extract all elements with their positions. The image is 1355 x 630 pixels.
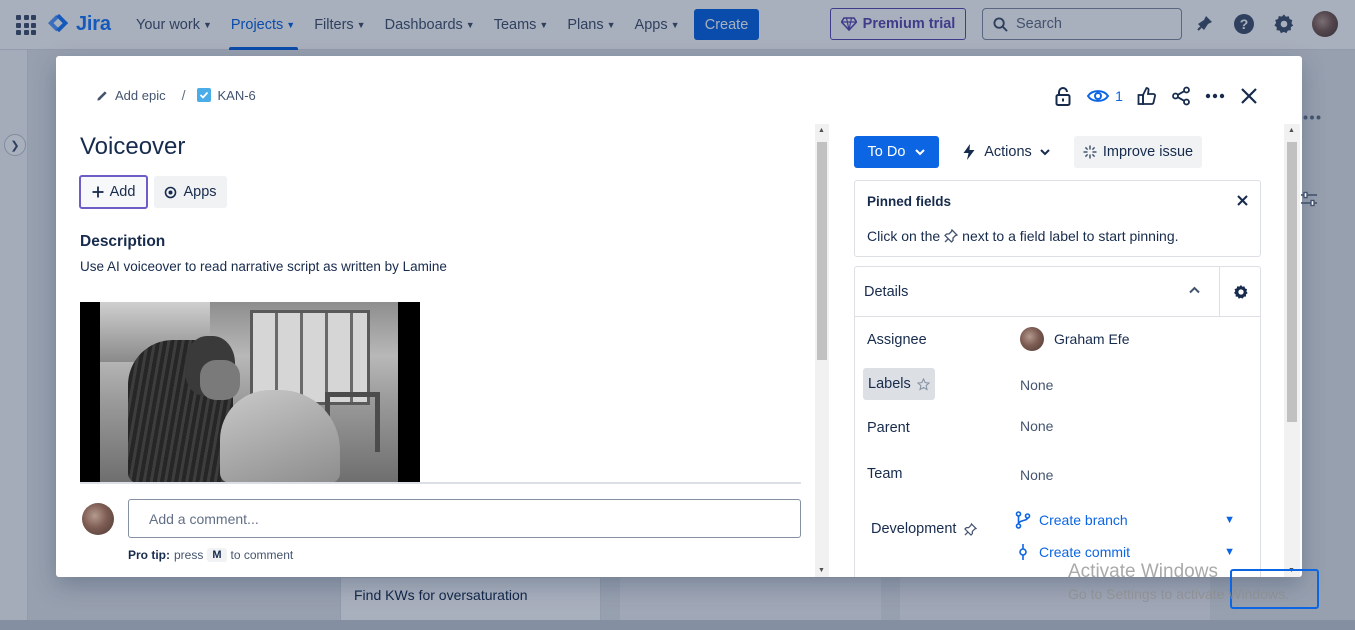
details-header[interactable]: Details xyxy=(855,267,1260,317)
pinned-hint-before: Click on the xyxy=(867,228,941,244)
pinned-fields-panel: Pinned fields Click on the next to a fie… xyxy=(854,180,1261,257)
pin-icon[interactable] xyxy=(964,522,978,536)
details-panel: Details Assignee Graham Efe Labels None … xyxy=(854,266,1261,577)
description-text[interactable]: Use AI voiceover to read narrative scrip… xyxy=(80,259,447,274)
divider xyxy=(80,482,801,484)
assignee-value: Graham Efe xyxy=(1054,331,1130,347)
labels-value[interactable]: None xyxy=(1020,377,1053,393)
right-pane-scrollbar[interactable]: ▲ ▼ xyxy=(1284,124,1300,577)
gear-icon xyxy=(1234,285,1248,299)
branch-icon xyxy=(1015,511,1031,529)
watchers-count: 1 xyxy=(1115,88,1123,104)
comment-placeholder: Add a comment... xyxy=(149,510,259,527)
chevron-down-icon xyxy=(915,148,926,155)
create-commit-link[interactable]: Create commit ▼ xyxy=(1015,543,1235,561)
chevron-down-icon xyxy=(1040,148,1050,155)
apps-button[interactable]: Apps xyxy=(154,176,227,208)
video-person-face xyxy=(200,360,240,400)
pinned-fields-hint: Click on the next to a field label to st… xyxy=(867,228,1179,244)
task-type-icon xyxy=(197,88,212,102)
issue-modal: Add epic / KAN-6 1 Voiceover Add Apps De… xyxy=(56,56,1302,577)
team-label: Team xyxy=(867,466,903,482)
breadcrumb-separator: / xyxy=(181,87,186,103)
status-label: To Do xyxy=(867,144,906,160)
chevron-down-icon[interactable]: ▼ xyxy=(1224,546,1235,558)
add-epic-label: Add epic xyxy=(115,87,166,103)
pin-icon[interactable] xyxy=(916,377,930,391)
assignee-field[interactable]: Graham Efe xyxy=(1020,327,1129,351)
video-attachment[interactable] xyxy=(80,302,420,483)
parent-value[interactable]: None xyxy=(1020,418,1053,434)
add-epic-link[interactable]: Add epic xyxy=(96,88,166,103)
thumbs-up-icon[interactable] xyxy=(1130,84,1164,108)
avatar xyxy=(1020,327,1044,351)
status-button[interactable]: To Do xyxy=(854,136,939,168)
avatar xyxy=(82,503,114,535)
labels-label-text: Labels xyxy=(868,376,911,392)
filter-settings-icon[interactable] xyxy=(1300,190,1318,213)
create-branch-link[interactable]: Create branch ▼ xyxy=(1015,511,1235,529)
video-frame xyxy=(100,302,398,483)
lock-icon[interactable] xyxy=(1046,84,1080,108)
shortcut-key: M xyxy=(207,548,227,562)
add-button[interactable]: Add xyxy=(79,175,148,209)
description-heading: Description xyxy=(80,233,166,250)
breadcrumb: Add epic / KAN-6 xyxy=(96,87,256,103)
details-title: Details xyxy=(864,284,909,300)
pinned-hint-after: next to a field label to start pinning. xyxy=(962,228,1179,244)
scrollbar-thumb[interactable] xyxy=(1287,142,1297,422)
apps-icon xyxy=(165,186,177,198)
pin-icon xyxy=(944,229,959,243)
eye-icon xyxy=(1087,90,1110,102)
issue-key-link[interactable]: KAN-6 xyxy=(197,87,256,103)
sparkle-icon xyxy=(1083,145,1097,159)
issue-header-actions: 1 xyxy=(1046,84,1266,108)
issue-key: KAN-6 xyxy=(217,87,256,103)
pro-tip: Pro tip: press M to comment xyxy=(128,548,293,562)
chevron-down-icon[interactable]: ▼ xyxy=(1224,514,1235,526)
left-pane-scrollbar[interactable]: ▲ ▼ xyxy=(815,124,829,577)
scroll-down-icon[interactable]: ▼ xyxy=(818,567,825,574)
close-icon[interactable] xyxy=(1232,84,1266,108)
close-icon[interactable] xyxy=(1237,193,1248,210)
pencil-icon xyxy=(97,90,107,101)
pinned-fields-title: Pinned fields xyxy=(867,194,952,209)
activate-windows-title: Activate Windows xyxy=(1068,561,1218,582)
assignee-label: Assignee xyxy=(867,332,927,348)
development-label: Development xyxy=(871,521,978,537)
improve-issue-button[interactable]: Improve issue xyxy=(1074,136,1202,168)
improve-issue-label: Improve issue xyxy=(1102,144,1194,160)
labels-label[interactable]: Labels xyxy=(863,368,935,400)
issue-title[interactable]: Voiceover xyxy=(80,133,185,161)
scrollbar-thumb[interactable] xyxy=(817,142,827,360)
pro-tip-prefix: Pro tip: xyxy=(128,548,170,562)
share-icon[interactable] xyxy=(1164,84,1198,108)
pro-tip-suffix: to comment xyxy=(230,548,294,562)
more-actions-icon[interactable] xyxy=(1303,104,1321,125)
apps-label: Apps xyxy=(183,184,217,200)
commit-icon xyxy=(1019,544,1027,560)
actions-button[interactable]: Actions xyxy=(956,136,1056,168)
create-commit-label: Create commit xyxy=(1039,544,1131,560)
actions-label: Actions xyxy=(984,144,1032,160)
chevron-up-icon[interactable] xyxy=(1189,282,1200,297)
plus-icon xyxy=(92,186,104,198)
development-label-text: Development xyxy=(871,521,957,537)
comment-input[interactable]: Add a comment... xyxy=(128,499,801,538)
lightning-icon xyxy=(963,144,975,160)
activate-windows-subtitle: Go to Settings to activate Windows. xyxy=(1068,586,1289,602)
create-branch-label: Create branch xyxy=(1039,512,1128,528)
parent-label: Parent xyxy=(867,420,910,436)
configure-fields-button[interactable] xyxy=(1219,267,1262,317)
more-actions-icon[interactable] xyxy=(1198,84,1232,108)
scroll-up-icon[interactable]: ▲ xyxy=(818,127,825,134)
pro-tip-press: press xyxy=(174,548,204,562)
watch-button[interactable]: 1 xyxy=(1080,84,1130,108)
scroll-up-icon[interactable]: ▲ xyxy=(1288,127,1295,134)
add-label: Add xyxy=(109,184,136,200)
team-value[interactable]: None xyxy=(1020,467,1053,483)
